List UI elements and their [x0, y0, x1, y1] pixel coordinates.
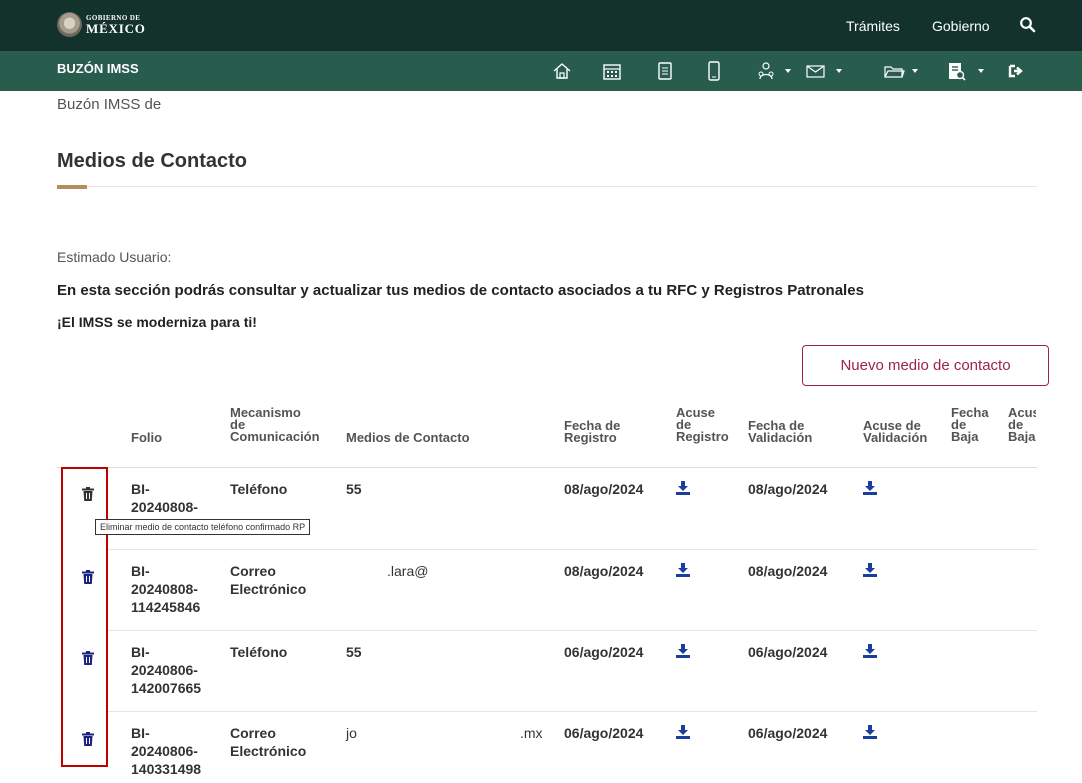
row-divider [108, 549, 1037, 550]
buzon-subnav: BUZÓN IMSS [0, 51, 1082, 91]
header-acuse-registro[interactable]: Acuse de Registro [676, 406, 729, 443]
delete-tooltip: Eliminar medio de contacto teléfono conf… [95, 519, 311, 535]
highlight-box [61, 467, 108, 767]
top-navbar: GOBIERNO DE MÉXICO Trámites Gobierno [0, 0, 1082, 51]
greeting-text: Estimado Usuario: [57, 249, 172, 265]
logout-icon[interactable] [1004, 59, 1028, 83]
folder-caret-icon[interactable] [912, 69, 918, 73]
nav-link-gobierno[interactable]: Gobierno [932, 18, 990, 34]
title-divider [57, 186, 1037, 187]
fecha-validacion-cell: 06/ago/2024 [748, 644, 828, 660]
home-icon[interactable] [550, 59, 574, 83]
download-icon[interactable] [676, 725, 690, 739]
fecha-registro-cell: 06/ago/2024 [564, 644, 644, 660]
download-icon[interactable] [863, 481, 877, 495]
medio-cell-left: jo [346, 725, 357, 741]
intro-text: En esta sección podrás consultar y actua… [57, 282, 864, 299]
header-folio[interactable]: Folio [131, 431, 162, 444]
fecha-validacion-cell: 06/ago/2024 [748, 725, 828, 741]
gobierno-mexico-logo[interactable]: GOBIERNO DE MÉXICO [57, 12, 146, 37]
table-header-divider [57, 467, 1037, 468]
folder-icon[interactable] [882, 59, 906, 83]
medio-cell: .lara@ [387, 563, 429, 579]
header-mecanismo[interactable]: Mecanismo de Comunicación [230, 406, 320, 443]
nav-link-tramites[interactable]: Trámites [846, 18, 900, 34]
breadcrumb: Buzón IMSS de [57, 96, 162, 113]
folio-cell: BI- 20240806- 142007665 [131, 644, 202, 696]
header-fecha-validacion[interactable]: Fecha de Validación [748, 419, 812, 444]
fecha-validacion-cell: 08/ago/2024 [748, 563, 828, 579]
row-divider [108, 630, 1037, 631]
mecanismo-cell: Correo Electrónico [230, 563, 307, 597]
title-accent-bar [57, 185, 87, 189]
report-icon[interactable] [944, 59, 968, 83]
download-icon[interactable] [676, 481, 690, 495]
fecha-validacion-cell: 08/ago/2024 [748, 481, 828, 497]
download-icon[interactable] [863, 563, 877, 577]
slogan-text: ¡El IMSS se moderniza para ti! [57, 314, 257, 330]
header-acuse-validacion[interactable]: Acuse de Validación [863, 419, 927, 444]
download-icon[interactable] [863, 725, 877, 739]
mecanismo-cell: Correo Electrónico [230, 725, 307, 759]
header-acuse-baja[interactable]: Acuse de Baja [1008, 407, 1036, 443]
document-icon[interactable] [653, 59, 677, 83]
users-caret-icon[interactable] [785, 69, 791, 73]
subnav-title: BUZÓN IMSS [57, 61, 139, 76]
folio-cell: BI- 20240806- 140331498 [131, 725, 202, 777]
new-contact-button[interactable]: Nuevo medio de contacto [802, 345, 1049, 386]
page-title: Medios de Contacto [57, 150, 248, 172]
mexico-seal-icon [57, 12, 82, 37]
logo-big-text: MÉXICO [86, 20, 146, 36]
mobile-icon[interactable] [702, 59, 726, 83]
header-fecha-registro[interactable]: Fecha de Registro [564, 419, 620, 444]
fecha-registro-cell: 06/ago/2024 [564, 725, 644, 741]
fecha-registro-cell: 08/ago/2024 [564, 563, 644, 579]
search-icon[interactable] [1019, 16, 1037, 34]
medio-cell: 55 [346, 644, 362, 660]
medio-cell-right: .mx [520, 725, 543, 741]
mecanismo-cell: Teléfono [230, 481, 288, 497]
medio-cell: 55 [346, 481, 362, 497]
download-icon[interactable] [676, 644, 690, 658]
download-icon[interactable] [676, 563, 690, 577]
mecanismo-cell: Teléfono [230, 644, 288, 660]
download-icon[interactable] [863, 644, 877, 658]
folio-cell: BI- 20240808- 114245846 [131, 563, 201, 615]
calendar-icon[interactable] [600, 59, 624, 83]
folio-cell: BI- 20240808- [131, 481, 198, 515]
mail-caret-icon[interactable] [836, 69, 842, 73]
fecha-registro-cell: 08/ago/2024 [564, 481, 644, 497]
mail-icon[interactable] [804, 59, 828, 83]
users-icon[interactable] [754, 59, 778, 83]
header-medios[interactable]: Medios de Contacto [346, 431, 470, 444]
header-fecha-baja[interactable]: Fecha de Baja [951, 406, 989, 443]
row-divider [108, 711, 1037, 712]
report-caret-icon[interactable] [978, 69, 984, 73]
